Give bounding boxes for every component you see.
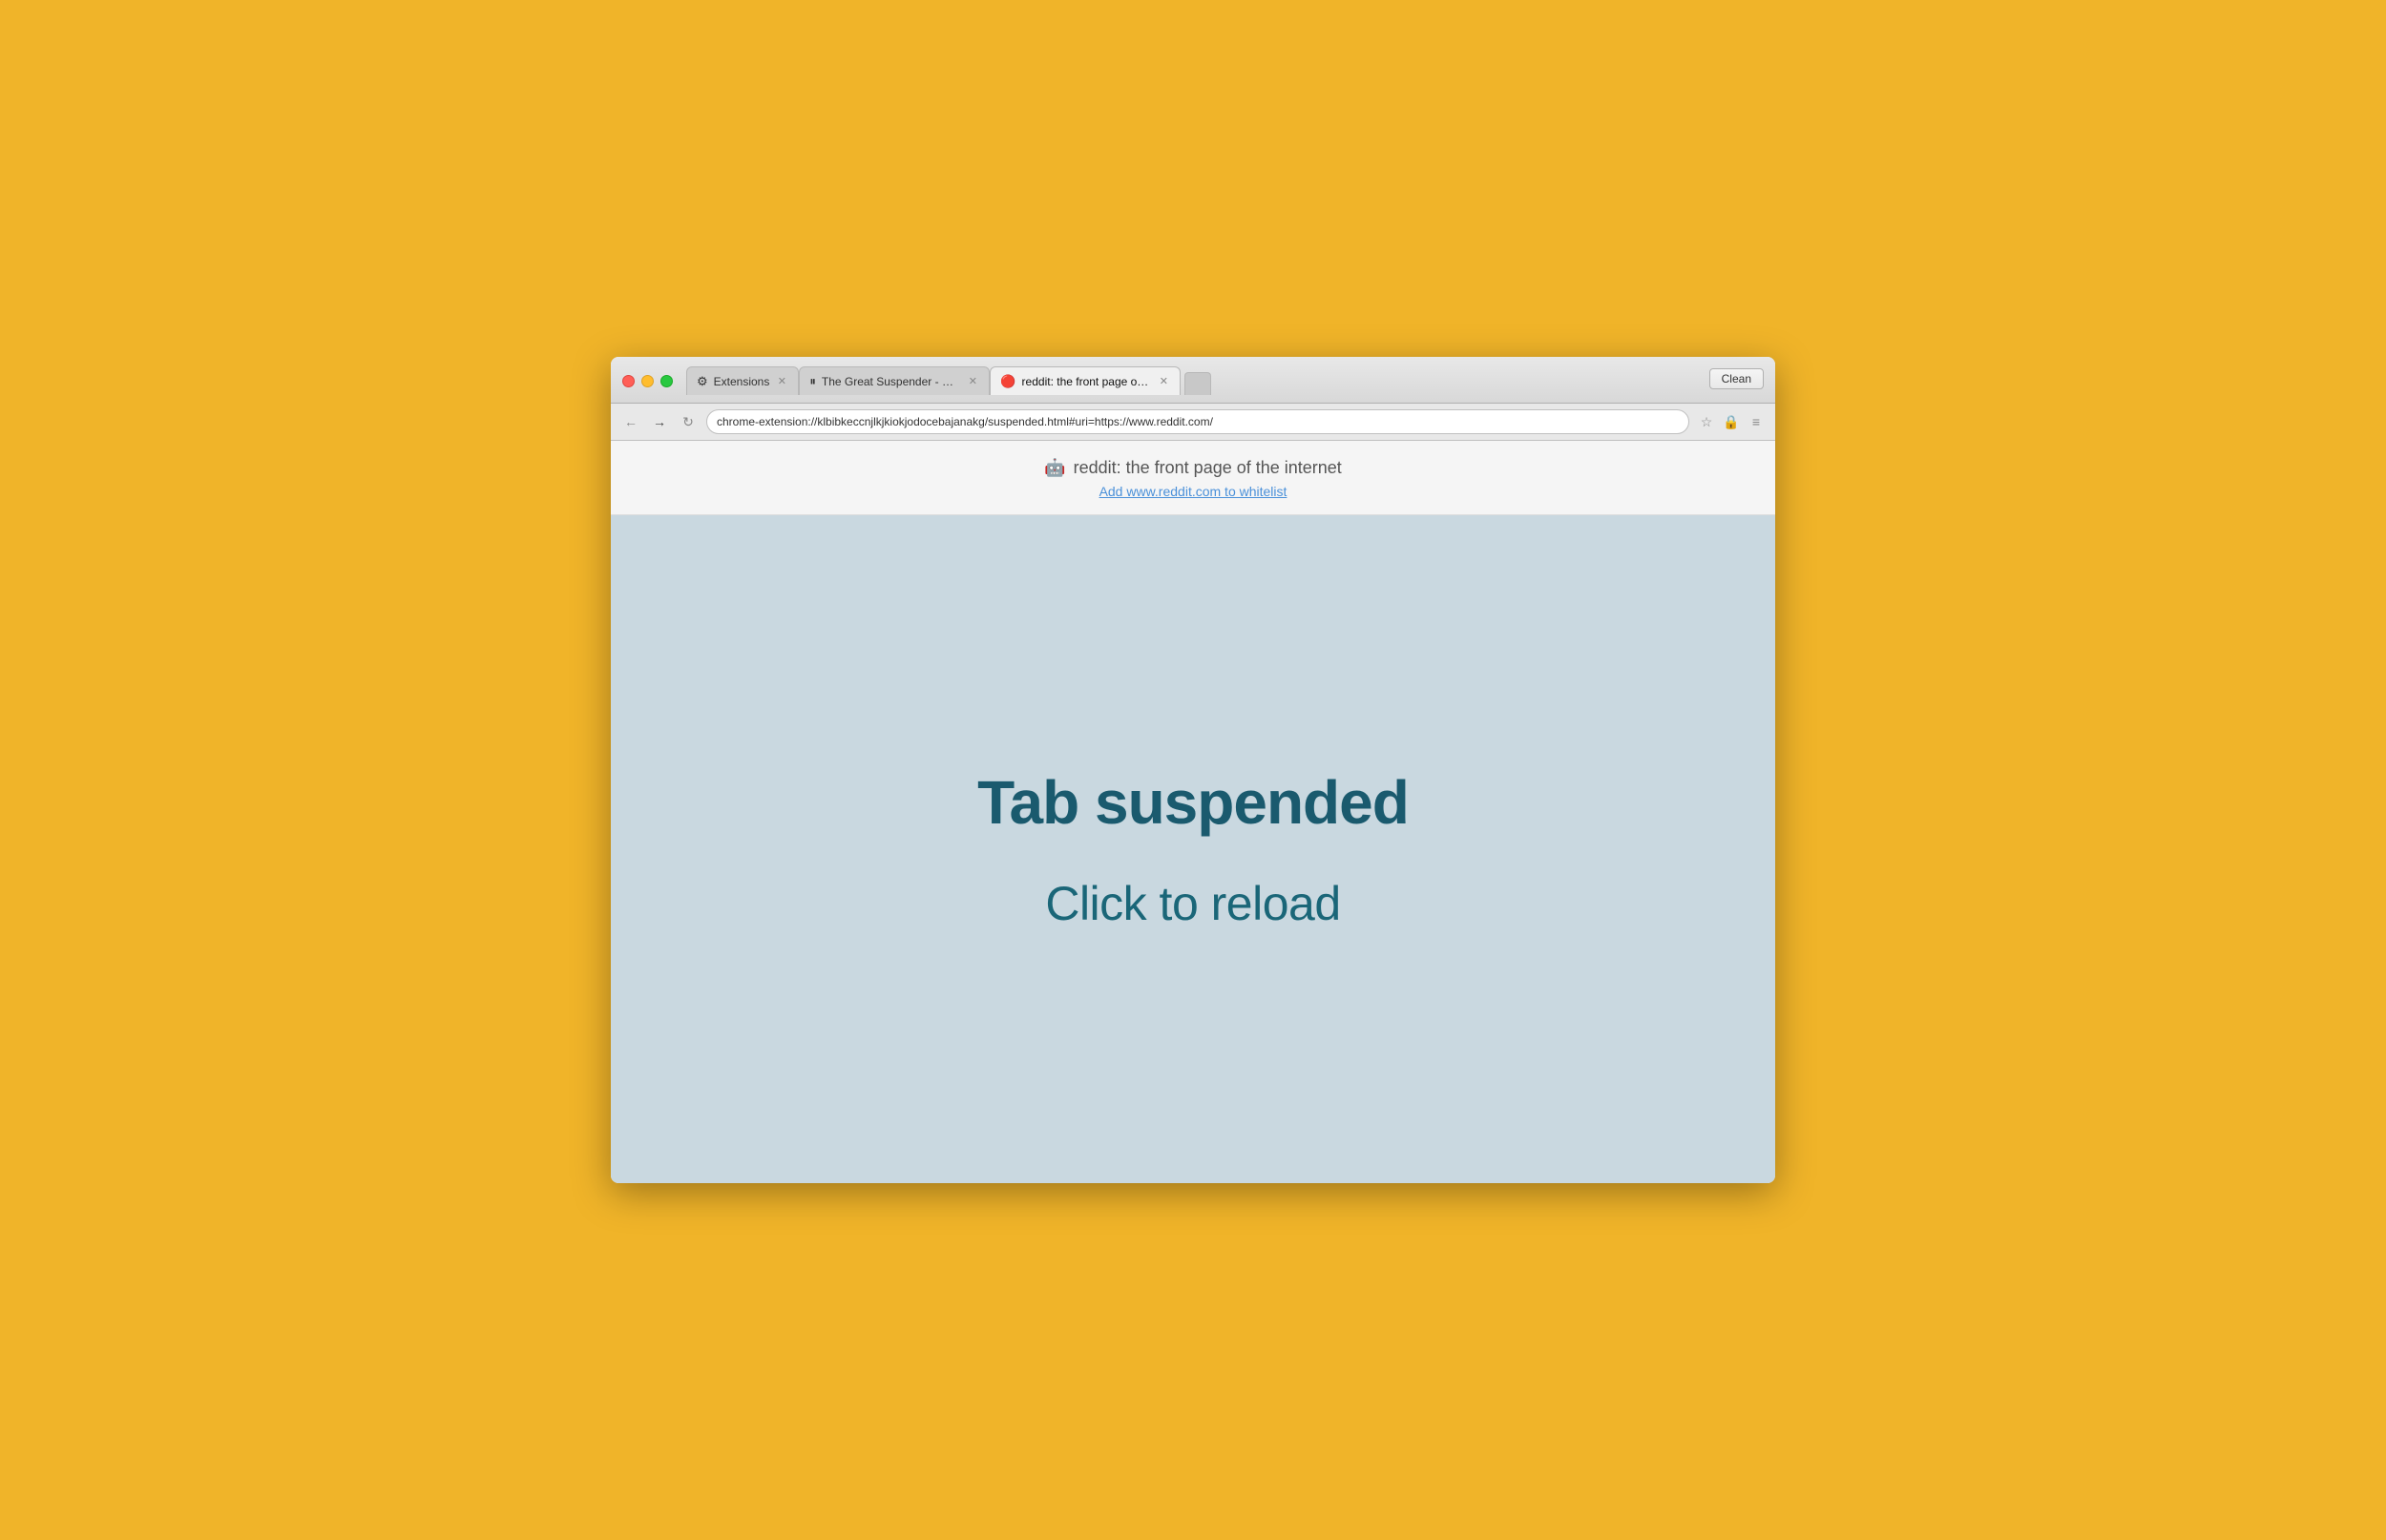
new-tab-placeholder[interactable]: [1184, 372, 1211, 395]
extension-icon[interactable]: 🔒: [1722, 412, 1741, 431]
tab-extensions[interactable]: ⚙ Extensions ✕: [686, 366, 799, 395]
minimize-button[interactable]: [641, 375, 654, 387]
forward-icon: →: [653, 414, 666, 429]
toolbar-icons: ☆ 🔒 ≡: [1697, 412, 1766, 431]
reddit-tab-title: reddit: the front page of th…: [1022, 375, 1152, 388]
click-to-reload-text: Click to reload: [1045, 876, 1340, 931]
site-title-text: reddit: the front page of the internet: [1074, 458, 1342, 478]
reload-button[interactable]: ↻: [678, 411, 699, 432]
traffic-lights: [622, 375, 673, 387]
close-button[interactable]: [622, 375, 635, 387]
great-suspender-tab-icon: ⏸: [809, 374, 816, 389]
tab-great-suspender[interactable]: ⏸ The Great Suspender - Ch… ✕: [799, 366, 990, 395]
title-bar: ⚙ Extensions ✕ ⏸ The Great Suspender - C…: [611, 357, 1775, 404]
great-suspender-tab-close[interactable]: ✕: [966, 375, 979, 388]
maximize-button[interactable]: [660, 375, 673, 387]
browser-window: ⚙ Extensions ✕ ⏸ The Great Suspender - C…: [611, 357, 1775, 1183]
whitelist-link[interactable]: Add www.reddit.com to whitelist: [1099, 484, 1287, 499]
address-input[interactable]: [706, 409, 1689, 434]
tab-suspended-heading: Tab suspended: [977, 767, 1409, 838]
tab-reddit[interactable]: 🔴 reddit: the front page of th… ✕: [990, 366, 1181, 395]
site-title: 🤖 reddit: the front page of the internet: [630, 458, 1756, 478]
forward-button[interactable]: →: [649, 411, 670, 432]
extensions-tab-icon: ⚙: [697, 374, 708, 389]
back-icon: ←: [624, 414, 638, 429]
address-bar-row: ← → ↻ ☆ 🔒 ≡: [611, 404, 1775, 441]
extensions-tab-title: Extensions: [714, 375, 770, 388]
reload-icon: ↻: [682, 414, 694, 430]
menu-icon[interactable]: ≡: [1747, 412, 1766, 431]
extensions-tab-close[interactable]: ✕: [775, 375, 788, 388]
reddit-tab-icon: 🔴: [1000, 374, 1015, 389]
tabs-container: ⚙ Extensions ✕ ⏸ The Great Suspender - C…: [686, 366, 1709, 395]
clean-button[interactable]: Clean: [1709, 368, 1764, 389]
page-content[interactable]: Tab suspended Click to reload: [611, 515, 1775, 1183]
page-header: 🤖 reddit: the front page of the internet…: [611, 441, 1775, 515]
great-suspender-tab-title: The Great Suspender - Ch…: [822, 375, 961, 388]
star-icon[interactable]: ☆: [1697, 412, 1716, 431]
back-button[interactable]: ←: [620, 411, 641, 432]
reddit-logo-icon: 🤖: [1044, 458, 1065, 478]
reddit-tab-close[interactable]: ✕: [1157, 375, 1170, 388]
